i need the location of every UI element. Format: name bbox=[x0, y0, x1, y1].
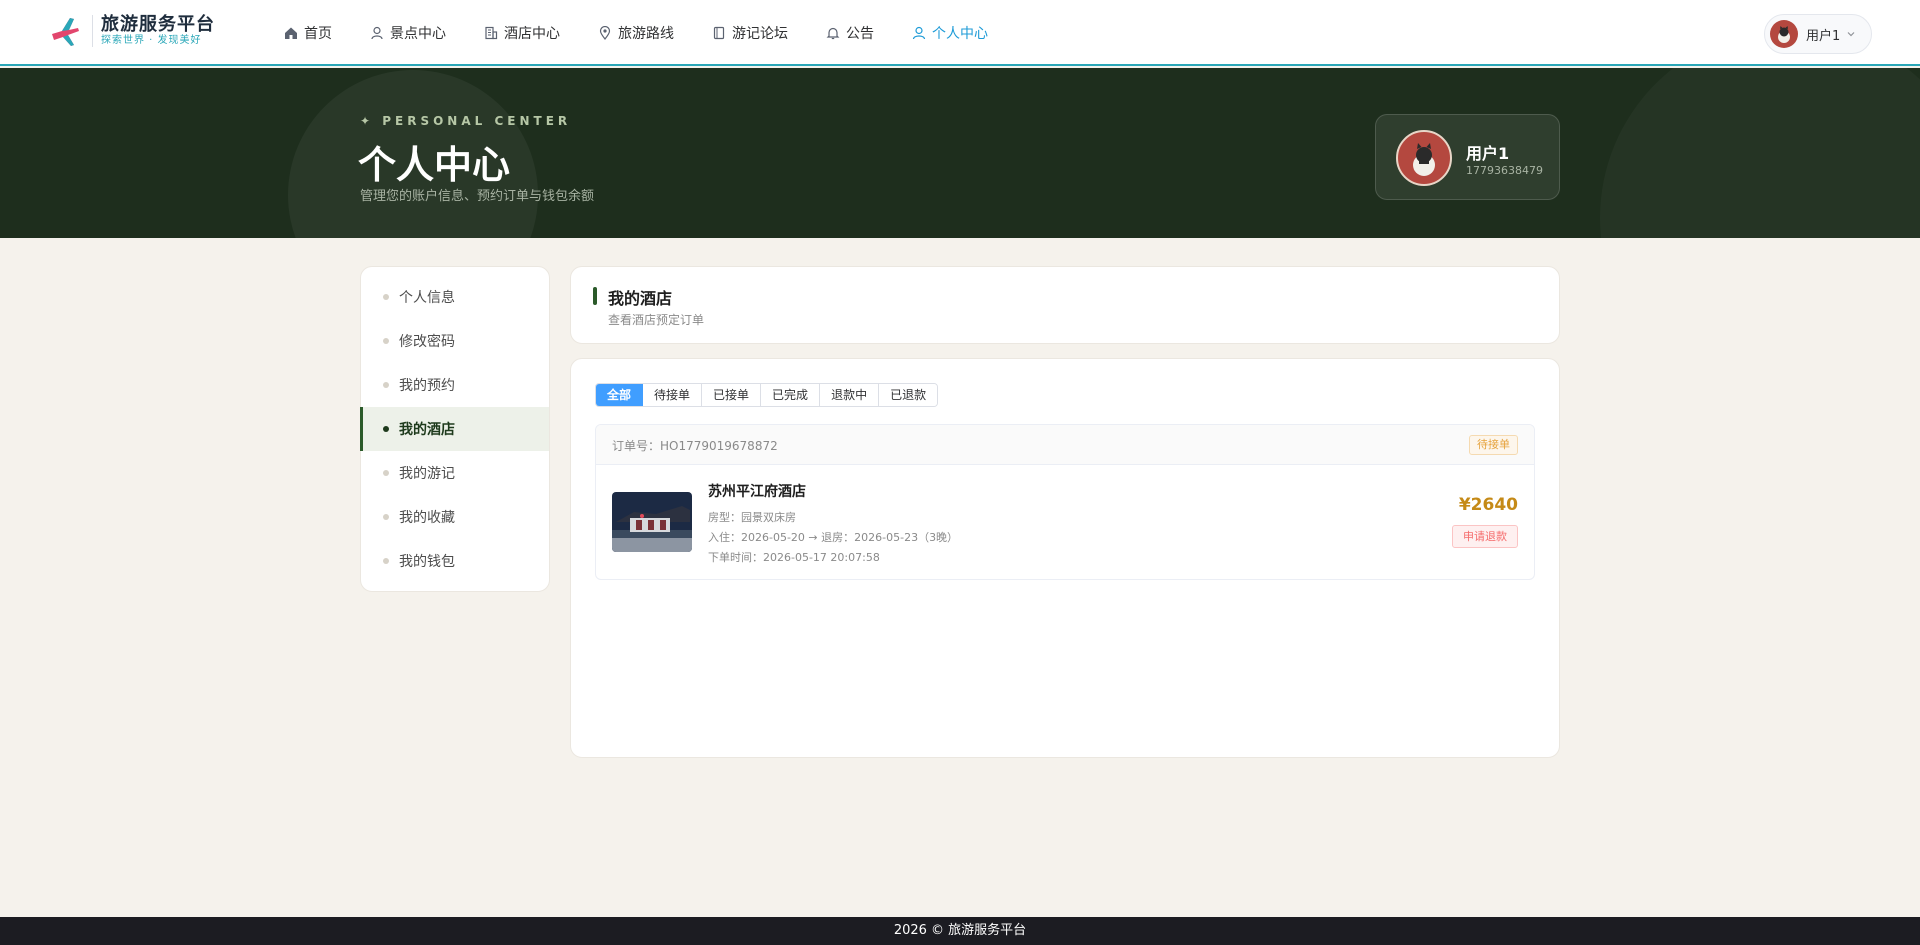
sidebar-item-label: 我的游记 bbox=[399, 466, 455, 482]
user-icon bbox=[912, 26, 926, 40]
nav-item-personal-center[interactable]: 个人中心 bbox=[912, 23, 988, 43]
nav-label: 个人中心 bbox=[932, 26, 988, 42]
bullet-dot-icon bbox=[383, 514, 389, 520]
tab-completed[interactable]: 已完成 bbox=[761, 384, 821, 406]
bullet-dot-icon bbox=[383, 338, 389, 344]
nav-item-hotels[interactable]: 酒店中心 bbox=[484, 23, 560, 43]
profile-name: 用户1 bbox=[1466, 144, 1510, 163]
nav-label: 首页 bbox=[304, 26, 332, 42]
order-price: ¥2640 bbox=[1458, 495, 1518, 515]
nav-label: 公告 bbox=[846, 26, 874, 42]
hotel-name[interactable]: 苏州平江府酒店 bbox=[708, 481, 806, 501]
bullet-dot-icon bbox=[383, 382, 389, 388]
sidebar-item-label: 修改密码 bbox=[399, 334, 455, 350]
nav-label: 酒店中心 bbox=[504, 26, 560, 42]
orders-panel: 全部 待接单 已接单 已完成 退款中 已退款 订单号：HO17790196788… bbox=[570, 358, 1560, 758]
nav-label: 游记论坛 bbox=[732, 26, 788, 42]
notebook-icon bbox=[713, 26, 725, 40]
stay-dates: 入住：2026-05-20 → 退房：2026-05-23（3晚） bbox=[708, 531, 959, 544]
section-header: 我的酒店 查看酒店预定订单 bbox=[570, 266, 1560, 344]
bullet-dot-icon bbox=[383, 426, 389, 432]
sidebar-item-change-password[interactable]: 修改密码 bbox=[361, 319, 549, 363]
order-body: 苏州平江府酒店 房型：园景双床房 入住：2026-05-20 → 退房：2026… bbox=[596, 465, 1534, 579]
nav-item-home[interactable]: 首页 bbox=[284, 23, 332, 43]
nav-item-announcements[interactable]: 公告 bbox=[826, 23, 874, 43]
sidebar-item-my-hotels[interactable]: 我的酒店 bbox=[360, 407, 549, 451]
order-card: 订单号：HO1779019678872 待接单 苏州平江府酒店 房型：园景双床房 bbox=[595, 424, 1535, 580]
section-title: 我的酒店 bbox=[608, 289, 673, 308]
cat-avatar-icon bbox=[1413, 143, 1435, 176]
request-refund-button[interactable]: 申请退款 bbox=[1452, 525, 1518, 548]
footer-copyright: 2026 © 旅游服务平台 bbox=[893, 923, 1027, 938]
sidebar-item-reservations[interactable]: 我的预约 bbox=[361, 363, 549, 407]
tab-refunded[interactable]: 已退款 bbox=[879, 384, 938, 406]
hero-eyebrow: ✦ PERSONAL CENTER bbox=[360, 114, 572, 128]
page-title: 个人中心 bbox=[358, 142, 511, 187]
profile-phone: 17793638479 bbox=[1466, 164, 1543, 177]
tab-pending[interactable]: 待接单 bbox=[643, 384, 703, 406]
nav-item-routes[interactable]: 旅游路线 bbox=[598, 23, 674, 43]
home-icon bbox=[285, 27, 297, 39]
main-nav: 首页 景点中心 酒店中心 旅游路线 游记论坛 公告 个人中心 bbox=[284, 0, 1026, 66]
tab-all[interactable]: 全部 bbox=[596, 384, 644, 406]
sidebar-item-wallet[interactable]: 我的钱包 bbox=[361, 539, 549, 583]
sidebar-item-label: 我的钱包 bbox=[399, 554, 455, 570]
sidebar-item-label: 我的酒店 bbox=[399, 422, 455, 438]
accent-bar bbox=[593, 287, 597, 305]
bullet-dot-icon bbox=[383, 294, 389, 300]
hero-banner: ✦ PERSONAL CENTER 个人中心 管理您的账户信息、预约订单与钱包余… bbox=[0, 68, 1920, 238]
tab-refunding[interactable]: 退款中 bbox=[820, 384, 880, 406]
page-subtitle: 管理您的账户信息、预约订单与钱包余额 bbox=[360, 189, 595, 204]
sidebar-item-favorites[interactable]: 我的收藏 bbox=[361, 495, 549, 539]
tab-accepted[interactable]: 已接单 bbox=[702, 384, 762, 406]
profile-card: 用户1 17793638479 bbox=[1375, 114, 1560, 200]
bullet-dot-icon bbox=[383, 470, 389, 476]
brand-subtitle: 探索世界 · 发现美好 bbox=[101, 35, 202, 46]
avatar bbox=[1770, 20, 1798, 48]
cat-avatar-icon bbox=[1778, 26, 1790, 43]
page-footer: 2026 © 旅游服务平台 bbox=[0, 917, 1920, 945]
room-type: 房型：园景双床房 bbox=[708, 511, 796, 524]
status-filter-tabs: 全部 待接单 已接单 已完成 退款中 已退款 bbox=[595, 383, 939, 407]
sidebar-item-label: 我的预约 bbox=[399, 378, 455, 394]
nav-item-forum[interactable]: 游记论坛 bbox=[712, 23, 788, 43]
nav-label: 景点中心 bbox=[390, 26, 446, 42]
top-navbar: 旅游服务平台 探索世界 · 发现美好 首页 景点中心 酒店中心 旅游路线 游记论… bbox=[0, 0, 1920, 66]
hotel-thumbnail[interactable] bbox=[612, 492, 692, 552]
nav-label: 旅游路线 bbox=[618, 26, 674, 42]
status-badge: 待接单 bbox=[1469, 435, 1518, 455]
user-name: 用户1 bbox=[1806, 28, 1841, 44]
location-icon bbox=[599, 26, 611, 40]
brand-logo[interactable]: 旅游服务平台 探索世界 · 发现美好 bbox=[48, 14, 215, 48]
avatar bbox=[1396, 130, 1452, 186]
person-pin-icon bbox=[371, 26, 383, 40]
bullet-dot-icon bbox=[383, 558, 389, 564]
order-header: 订单号：HO1779019678872 待接单 bbox=[596, 425, 1534, 465]
sidebar-item-label: 个人信息 bbox=[399, 290, 455, 306]
brand-title: 旅游服务平台 bbox=[101, 14, 215, 35]
airplane-logo-icon bbox=[52, 18, 79, 46]
bell-icon bbox=[826, 27, 840, 40]
hotel-photo-icon bbox=[612, 492, 692, 552]
sidebar-item-profile[interactable]: 个人信息 bbox=[361, 275, 549, 319]
sidebar-item-label: 我的收藏 bbox=[399, 510, 455, 526]
brand-text: 旅游服务平台 探索世界 · 发现美好 bbox=[92, 15, 215, 47]
order-number: 订单号：HO1779019678872 bbox=[612, 439, 778, 453]
sidebar-menu: 个人信息 修改密码 我的预约 我的酒店 我的游记 我的收藏 我的钱包 bbox=[360, 266, 550, 592]
nav-item-attractions[interactable]: 景点中心 bbox=[370, 23, 446, 43]
sidebar-item-my-travelogues[interactable]: 我的游记 bbox=[361, 451, 549, 495]
section-subtitle: 查看酒店预定订单 bbox=[608, 313, 705, 327]
order-time: 下单时间：2026-05-17 20:07:58 bbox=[708, 551, 880, 564]
chevron-down-icon bbox=[1847, 32, 1855, 37]
building-icon bbox=[485, 26, 498, 40]
decorative-circle bbox=[1600, 68, 1920, 238]
user-menu-dropdown[interactable]: 用户1 bbox=[1764, 14, 1872, 54]
